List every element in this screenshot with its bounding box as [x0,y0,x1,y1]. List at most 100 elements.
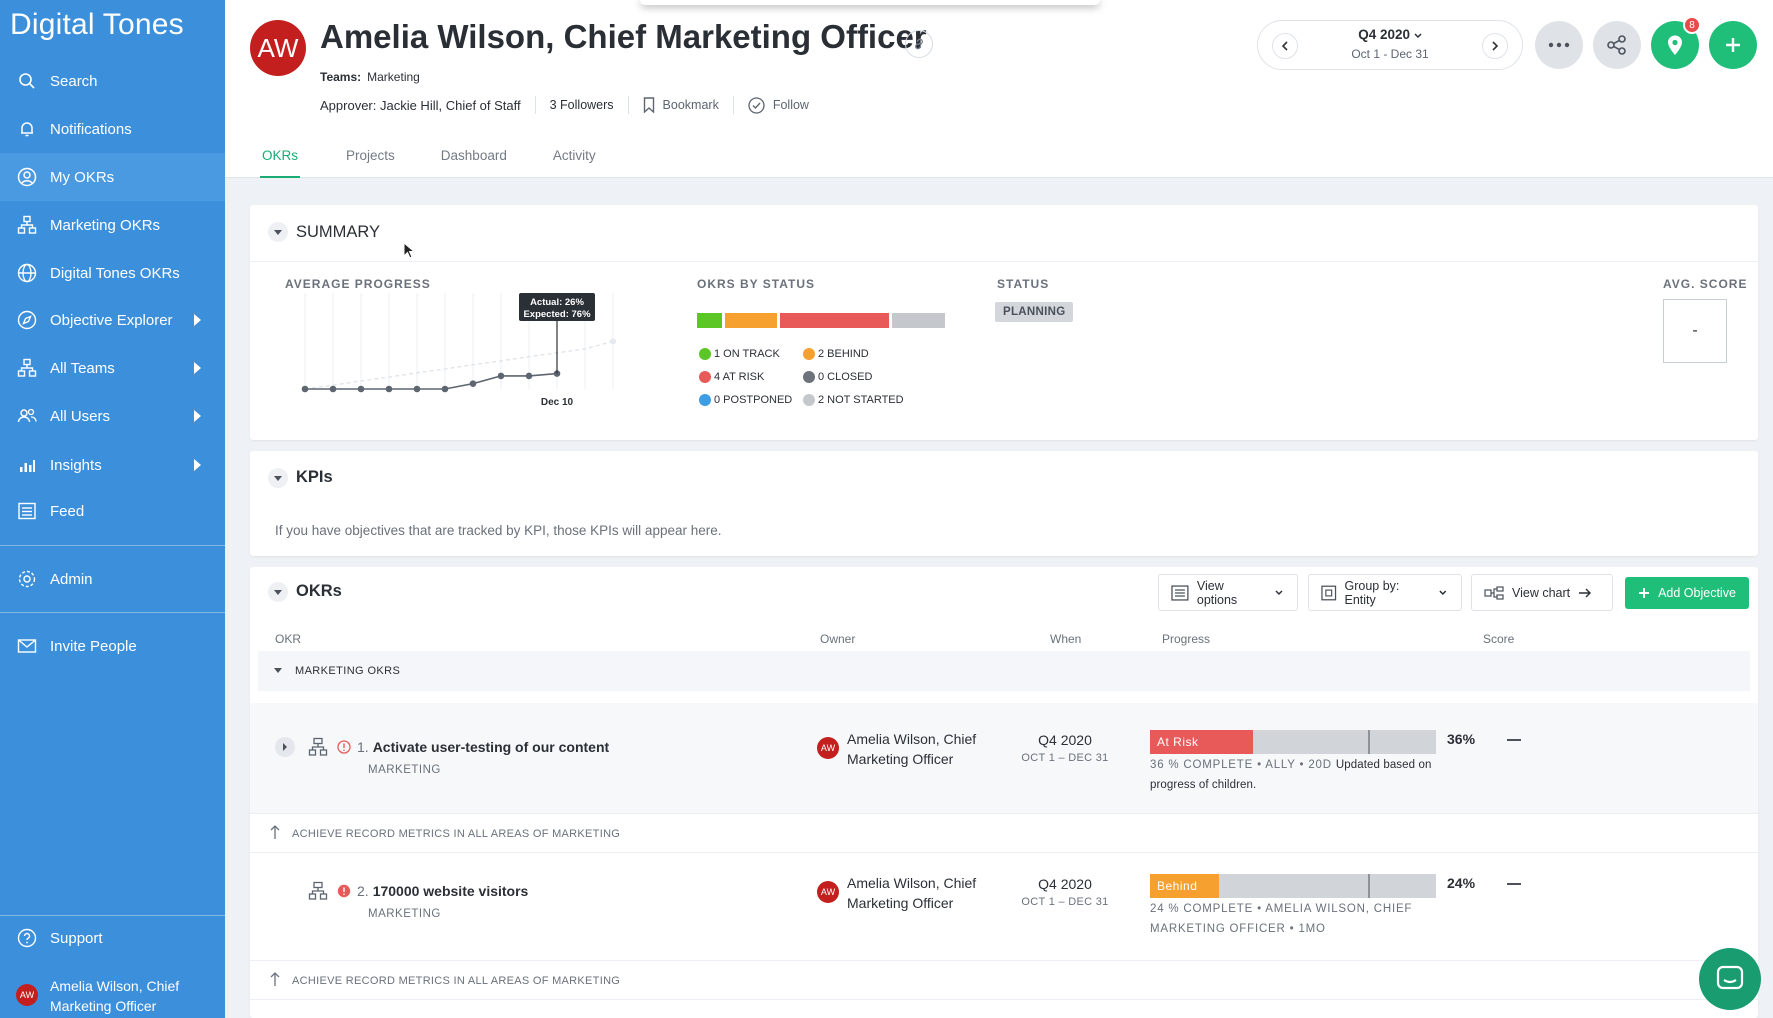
sidebar-item-insights[interactable]: Insights [0,441,225,489]
profile-header: AW Amelia Wilson, Chief Marketing Office… [225,0,1773,178]
avg-score-value: - [1692,322,1698,339]
legend-item: 1 ON TRACK [699,348,780,360]
table-row[interactable]: 2. 170000 website visitors MARKETING AW A… [250,854,1758,960]
expand-caret-icon[interactable] [194,362,201,374]
legend-item: 0 CLOSED [803,371,872,383]
collapse-okrs-button[interactable] [268,582,288,602]
checkin-button[interactable]: 8 [1651,16,1701,69]
team-link[interactable]: Marketing [367,70,420,84]
next-period-button[interactable] [1482,33,1508,59]
group-by-label: Group by: Entity [1344,578,1400,607]
score-value[interactable] [1507,739,1521,741]
share-icon [1607,35,1626,55]
behind-alert-icon [337,884,351,898]
bookmark-button[interactable]: Bookmark [643,97,719,113]
sidebar-item-objective-explorer[interactable]: Objective Explorer [0,296,225,344]
progress-bar[interactable]: At Risk [1150,730,1436,754]
expand-caret-icon[interactable] [194,410,201,422]
sidebar-item-label: Notifications [50,120,132,138]
parent-objective-line[interactable]: ACHIEVE RECORD METRICS IN ALL AREAS OF M… [250,960,1758,1000]
legend-item: 4 AT RISK [699,371,764,383]
legend-label: 2 BEHIND [818,348,869,360]
followers-link[interactable]: 3 Followers [550,98,614,112]
sidebar-item-my-okrs[interactable]: My OKRs [0,153,225,201]
chevron-down-icon [1414,33,1422,39]
sidebar-item-invite-people[interactable]: Invite People [0,622,225,670]
group-by-button[interactable]: Group by: Entity [1308,574,1462,611]
link-icon[interactable] [905,30,933,58]
avg-score-label: AVG. SCORE [1663,277,1748,291]
when-range: OCT 1 – DEC 31 [1021,896,1109,908]
okrs-card: OKRs View options Group by: Entity View … [250,567,1758,1018]
expand-row-button[interactable] [275,737,295,757]
tab-projects[interactable]: Projects [346,140,395,178]
expand-caret-icon[interactable] [194,314,201,326]
tab-activity[interactable]: Activity [553,140,596,178]
parent-objective-line[interactable]: ACHIEVE RECORD METRICS IN ALL AREAS OF M… [250,813,1758,853]
collapse-summary-button[interactable] [268,222,288,242]
tab-okrs[interactable]: OKRs [260,140,301,178]
sidebar-user[interactable]: AW Amelia Wilson, Chief Marketing Office… [16,976,179,1016]
mouse-cursor-icon [403,242,415,259]
status-dot [699,394,711,406]
user-name-line: Marketing Officer [50,998,157,1014]
sidebar-divider [0,545,225,546]
column-header-owner[interactable]: Owner [820,632,855,646]
chevron-down-icon [1439,590,1447,595]
status-dot [803,394,815,406]
sidebar-item-support[interactable]: Support [0,914,225,962]
bookmark-label: Bookmark [662,98,719,112]
collapse-kpis-button[interactable] [268,468,288,488]
plus-icon [1639,588,1650,598]
owner-cell[interactable]: AW Amelia Wilson, Chief Marketing Officer [817,873,976,913]
add-objective-button[interactable]: Add Objective [1625,577,1749,609]
status-dot [699,371,711,383]
okr-number: 1. [357,739,369,755]
on-track-segment [697,313,722,328]
tab-dashboard[interactable]: Dashboard [441,140,507,178]
table-row[interactable]: 1. Activate user-testing of our content M… [250,703,1758,813]
tooltip-expected: Expected: 76% [523,309,591,320]
column-header-okr[interactable]: OKR [275,632,301,646]
status-label: Behind [1157,879,1198,893]
sidebar-item-label: All Users [50,407,111,425]
when-range: OCT 1 – DEC 31 [1021,752,1109,764]
view-chart-button[interactable]: View chart [1471,574,1613,611]
expand-caret-icon[interactable] [194,459,201,471]
follow-button[interactable]: Follow [748,96,809,114]
view-options-button[interactable]: View options [1158,574,1298,611]
sidebar: Digital Tones Search Notifications My OK… [0,0,225,1018]
more-button[interactable] [1535,21,1583,69]
average-progress-chart: Actual: 26%Expected: 76% Dec 10 [301,293,616,408]
progress-bar[interactable]: Behind [1150,874,1436,898]
sidebar-item-digital-tones-okrs[interactable]: Digital Tones OKRs [0,249,225,297]
okr-title-link[interactable]: 1. Activate user-testing of our content [357,739,609,755]
brand-logo[interactable]: Digital Tones [10,8,184,42]
collapse-group-icon[interactable] [274,668,282,673]
top-edge-shadow [640,0,1100,5]
arrow-right-icon [1579,588,1592,597]
column-header-score[interactable]: Score [1483,632,1514,646]
sidebar-item-marketing-okrs[interactable]: Marketing OKRs [0,201,225,249]
map-pin-icon [1668,35,1682,55]
score-value[interactable] [1507,883,1521,885]
group-row-marketing[interactable]: MARKETING OKRS [258,651,1750,691]
sidebar-item-feed[interactable]: Feed [0,487,225,535]
sidebar-item-admin[interactable]: Admin [0,555,225,603]
share-button[interactable] [1593,21,1641,69]
sidebar-item-all-teams[interactable]: All Teams [0,344,225,392]
sidebar-item-notifications[interactable]: Notifications [0,105,225,153]
column-header-progress[interactable]: Progress [1162,632,1210,646]
progress-percent: 36% [1447,731,1476,747]
chat-launcher-button[interactable] [1699,948,1761,1010]
notification-count-badge: 8 [1683,16,1701,34]
okr-title-link[interactable]: 2. 170000 website visitors [357,883,528,899]
status-label: STATUS [997,277,1050,291]
owner-cell[interactable]: AW Amelia Wilson, Chief Marketing Officer [817,729,976,769]
legend-item: 2 BEHIND [803,348,869,360]
add-button[interactable] [1709,21,1757,69]
sidebar-item-all-users[interactable]: All Users [0,392,225,440]
sidebar-item-search[interactable]: Search [0,57,225,105]
column-header-when[interactable]: When [1050,632,1081,646]
divider [732,96,734,114]
